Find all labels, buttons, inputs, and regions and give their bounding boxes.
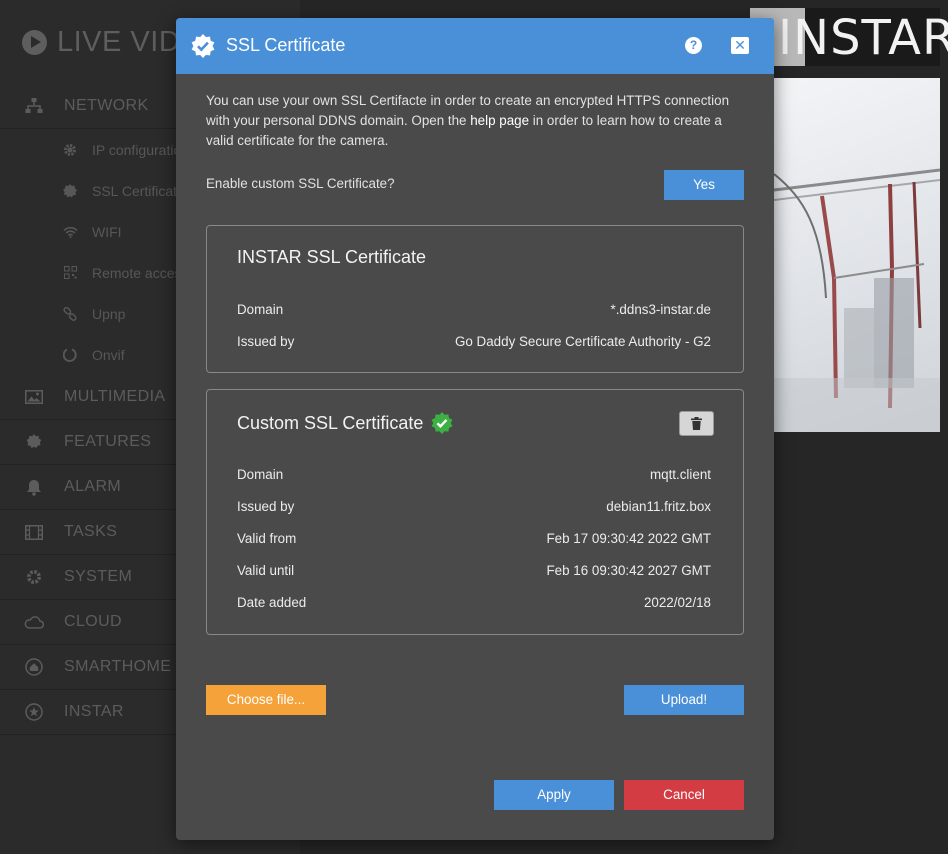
row-label: Valid until — [237, 563, 295, 578]
cancel-button[interactable]: Cancel — [624, 780, 744, 810]
sidebar-item-label: MULTIMEDIA — [64, 388, 166, 405]
qrcode-icon — [62, 265, 78, 281]
image-icon — [24, 387, 44, 407]
gear-icon — [62, 142, 78, 158]
sidebar-item-label: NETWORK — [64, 97, 149, 114]
row-label: Domain — [237, 302, 284, 317]
row-label: Issued by — [237, 334, 295, 349]
cog-icon — [24, 567, 44, 587]
dialog-header: SSL Certificate ? ✕ — [176, 18, 774, 74]
close-button[interactable]: ✕ — [731, 37, 749, 54]
circle-notch-icon — [62, 347, 78, 363]
badge-icon — [62, 183, 78, 199]
sidebar-subitem-label: Remote access — [92, 264, 189, 281]
sidebar-item-label: FEATURES — [64, 433, 152, 450]
sidebar-subitem-label: IP configuration — [92, 141, 190, 158]
card-title-wrap: Custom SSL Certificate — [237, 412, 453, 434]
upload-button[interactable]: Upload! — [624, 685, 744, 715]
sidebar-subitem-label: Onvif — [92, 346, 125, 363]
sitemap-icon — [24, 96, 44, 116]
sidebar-item-label: SYSTEM — [64, 568, 133, 585]
row-label: Domain — [237, 467, 284, 482]
sidebar-item-label: ALARM — [64, 478, 122, 495]
choose-file-button[interactable]: Choose file... — [206, 685, 326, 715]
enable-custom-ssl-label: Enable custom SSL Certificate? — [206, 176, 395, 191]
custom-certificate-card: Custom SSL Certificate Domain mqtt.clien… — [206, 389, 744, 635]
cert-row-domain: Domain *.ddns3-instar.de — [237, 302, 711, 322]
row-value: mqtt.client — [649, 467, 711, 482]
sidebar-item-label: TASKS — [64, 523, 118, 540]
cert-row-issued-by: Issued by Go Daddy Secure Certificate Au… — [237, 334, 711, 354]
dialog-title: SSL Certificate — [226, 35, 346, 55]
instar-certificate-card: INSTAR SSL Certificate Domain *.ddns3-in… — [206, 225, 744, 373]
row-label: Valid from — [237, 531, 297, 546]
cert-row-valid-until: Valid until Feb 16 09:30:42 2027 GMT — [237, 563, 711, 583]
home-icon — [24, 657, 44, 677]
intro-text: You can use your own SSL Certifacte in o… — [206, 91, 746, 151]
cert-row-domain: Domain mqtt.client — [237, 467, 711, 487]
cert-row-date-added: Date added 2022/02/18 — [237, 595, 711, 615]
help-button[interactable]: ? — [685, 37, 702, 54]
row-value: Feb 16 09:30:42 2027 GMT — [546, 563, 711, 578]
star-icon — [24, 702, 44, 722]
row-value: Go Daddy Secure Certificate Authority - … — [454, 334, 711, 349]
sidebar-item-label: CLOUD — [64, 613, 123, 630]
sidebar-subitem-label: Upnp — [92, 305, 126, 322]
wifi-icon — [62, 224, 78, 240]
verified-check-icon — [431, 412, 453, 434]
delete-certificate-button[interactable] — [679, 411, 714, 436]
film-icon — [24, 522, 44, 542]
card-title: INSTAR SSL Certificate — [237, 247, 427, 267]
logo-text: INSTAR — [778, 10, 948, 66]
row-value: *.ddns3-instar.de — [610, 302, 712, 317]
row-label: Date added — [237, 595, 307, 610]
camera-feed — [774, 78, 940, 432]
sidebar-subitem-label: WIFI — [92, 223, 122, 240]
card-title: Custom SSL Certificate — [237, 412, 424, 433]
play-icon — [22, 29, 47, 55]
sidebar-subitem-label: SSL Certificate — [92, 182, 185, 199]
row-label: Issued by — [237, 499, 295, 514]
cert-row-issued-by: Issued by debian11.fritz.box — [237, 499, 711, 519]
row-value: Feb 17 09:30:42 2022 GMT — [546, 531, 711, 546]
help-page-link[interactable]: help page — [470, 113, 529, 128]
ssl-certificate-dialog: SSL Certificate ? ✕ You can use your own… — [176, 18, 774, 840]
cert-row-valid-from: Valid from Feb 17 09:30:42 2022 GMT — [237, 531, 711, 551]
row-value: debian11.fritz.box — [606, 499, 711, 514]
trash-icon — [691, 417, 702, 430]
verified-badge-icon — [191, 34, 215, 58]
bell-icon — [24, 477, 44, 497]
sidebar-item-label: INSTAR — [64, 703, 124, 720]
row-value: 2022/02/18 — [643, 595, 711, 610]
sidebar-item-label: SMARTHOME — [64, 658, 172, 675]
link-icon — [62, 306, 78, 322]
enable-custom-ssl-toggle[interactable]: Yes — [664, 170, 744, 200]
apply-button[interactable]: Apply — [494, 780, 614, 810]
gear-icon — [24, 432, 44, 452]
cloud-icon — [24, 612, 44, 632]
